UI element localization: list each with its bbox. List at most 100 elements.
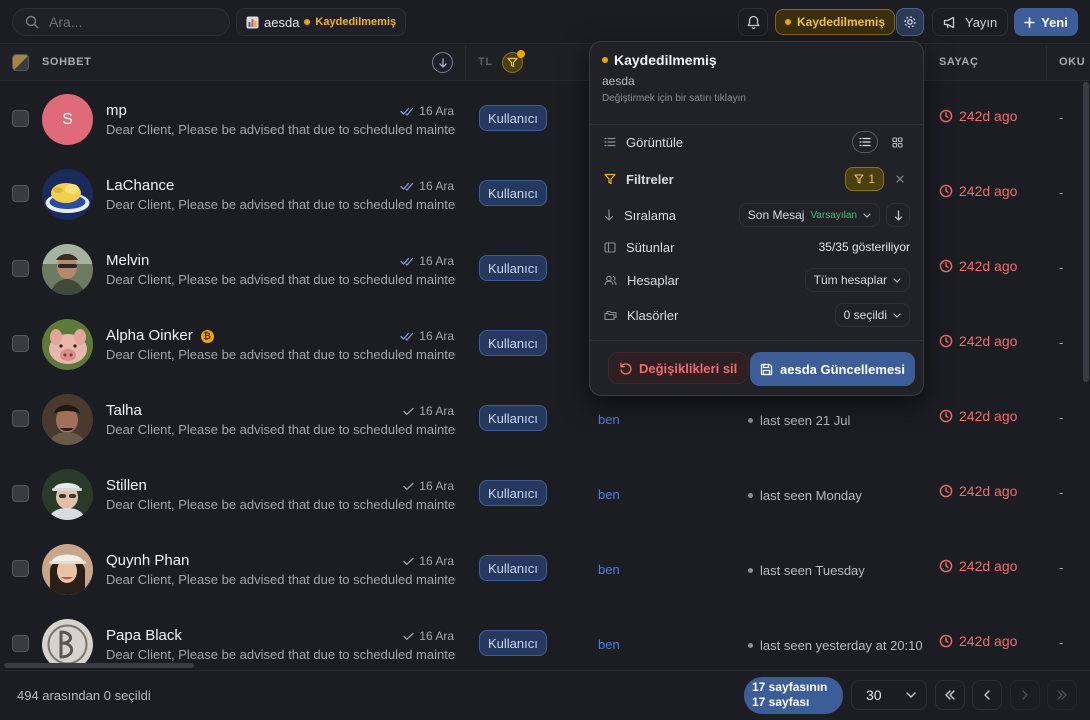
new-button[interactable]: Yeni [1014,8,1078,36]
table-row[interactable]: Quynh Phan Dear Client, Please be advise… [0,532,1082,607]
discard-changes-button[interactable]: Değişiklikleri sil [608,352,749,384]
filters-count-button[interactable]: 1 [845,167,884,191]
column-divider[interactable] [925,45,926,81]
update-view-button[interactable]: aesda Güncellemesi [750,352,916,386]
column-divider[interactable] [1046,45,1047,81]
type-pill[interactable]: Kullanıcı [479,180,547,206]
horizontal-scrollbar[interactable] [4,663,194,668]
search-box[interactable] [12,8,230,36]
row-checkbox[interactable] [12,410,29,427]
row-checkbox[interactable] [12,485,29,502]
unsaved-status-button[interactable]: Kaydedilmemiş [775,9,896,35]
message-preview: Dear Client, Please be advised that due … [106,122,456,137]
filters-label: Filtreler [626,171,674,187]
message-preview: Dear Client, Please be advised that due … [106,347,456,362]
sort-direction-toggle[interactable] [886,203,910,227]
column-header-type[interactable]: TL [478,56,493,68]
page-size-select[interactable]: 30 [851,680,927,710]
type-pill[interactable]: Kullanıcı [479,405,547,431]
column-header-counter[interactable]: SAYAÇ [939,56,979,68]
avatar[interactable] [42,319,93,370]
type-pill[interactable]: Kullanıcı [479,255,547,281]
prev-page-button[interactable] [972,680,1002,710]
row-checkbox[interactable] [12,185,29,202]
view-chip[interactable]: aesda Kaydedilmemiş [236,8,407,36]
date-text: 16 Ara [419,554,454,568]
read-cell: - [1059,185,1064,200]
popover-row-accounts[interactable]: Hesaplar Tüm hesaplar [604,266,910,294]
publish-button[interactable]: Yayın [932,8,1009,36]
popover-row-columns[interactable]: Sütunlar 35/35 gösteriliyor [604,233,910,261]
avatar[interactable] [42,169,93,220]
row-checkbox[interactable] [12,110,29,127]
view-settings-button[interactable] [896,8,924,36]
columns-icon [604,241,616,253]
chevrons-left-icon [945,690,955,700]
row-checkbox[interactable] [12,635,29,652]
accounts-select[interactable]: Tüm hesaplar [804,268,910,292]
avatar[interactable] [42,619,93,666]
first-page-button[interactable] [935,680,965,710]
search-icon [25,15,39,29]
folders-select[interactable]: 0 seçildi [834,303,910,327]
clear-filters-button[interactable] [890,175,910,183]
type-pill[interactable]: Kullanıcı [479,630,547,656]
notifications-button[interactable] [738,8,768,36]
avatar[interactable] [42,244,93,295]
table-row[interactable]: Talha Dear Client, Please be advised tha… [0,382,1082,457]
column-header-chat[interactable]: SOHBET [42,56,91,68]
table-row[interactable]: Papa Black Dear Client, Please be advise… [0,607,1082,666]
bell-icon [747,15,759,29]
avatar[interactable] [42,394,93,445]
avatar[interactable] [42,469,93,520]
check-icon [403,632,414,640]
popover-row-view[interactable]: Görüntüle [604,128,910,156]
popover-row-folders[interactable]: Klasörler 0 seçildi [604,301,910,329]
row-checkbox[interactable] [12,335,29,352]
column-filter-button[interactable] [502,50,525,73]
view-settings-popover: Kaydedilmemiş aesda Değiştirmek için bir… [589,41,924,396]
chevron-down-icon [893,277,901,283]
select-all-checkbox[interactable] [12,54,29,71]
read-cell: - [1059,260,1064,275]
counter-text: 242d ago [959,483,1018,499]
last-page-button[interactable] [1047,680,1077,710]
double-check-icon [400,182,414,191]
list-view-button[interactable] [852,131,878,153]
type-pill[interactable]: Kullanıcı [479,105,547,131]
unsaved-label: Kaydedilmemiş [797,15,886,29]
table-row[interactable]: Stillen Dear Client, Please be advised t… [0,457,1082,532]
last-seen-text: last seen yesterday at 20:10 [760,638,923,653]
sort-field-select[interactable]: Son Mesaj Varsayılan [738,203,880,227]
type-pill[interactable]: Kullanıcı [479,555,547,581]
owner-link[interactable]: ben [598,412,620,427]
double-check-icon [400,257,414,266]
owner-link[interactable]: ben [598,637,620,652]
popover-row-filters[interactable]: Filtreler 1 [604,165,910,193]
next-page-button[interactable] [1010,680,1040,710]
avatar[interactable] [42,544,93,595]
row-checkbox[interactable] [12,560,29,577]
popover-row-sort[interactable]: Sıralama Son Mesaj Varsayılan [604,201,910,229]
clock-icon [939,334,953,348]
type-pill[interactable]: Kullanıcı [479,330,547,356]
owner-link[interactable]: ben [598,562,620,577]
arrow-down-icon [604,209,614,221]
double-check-icon [400,107,414,116]
clock-icon [939,484,953,498]
search-input[interactable] [49,14,209,30]
column-header-read[interactable]: OKU [1059,56,1085,68]
owner-link[interactable]: ben [598,487,620,502]
vertical-scrollbar[interactable] [1083,82,1089,382]
row-checkbox[interactable] [12,260,29,277]
read-cell: - [1059,410,1064,425]
message-date: 16 Ara [400,179,454,193]
avatar[interactable]: S [42,94,93,145]
sort-direction-button[interactable] [432,52,453,73]
accounts-label: Hesaplar [627,272,680,288]
clock-icon [939,559,953,573]
columns-value: 35/35 gösteriliyor [818,240,910,254]
grid-view-button[interactable] [884,131,910,153]
type-pill[interactable]: Kullanıcı [479,480,547,506]
column-divider[interactable] [465,45,466,81]
